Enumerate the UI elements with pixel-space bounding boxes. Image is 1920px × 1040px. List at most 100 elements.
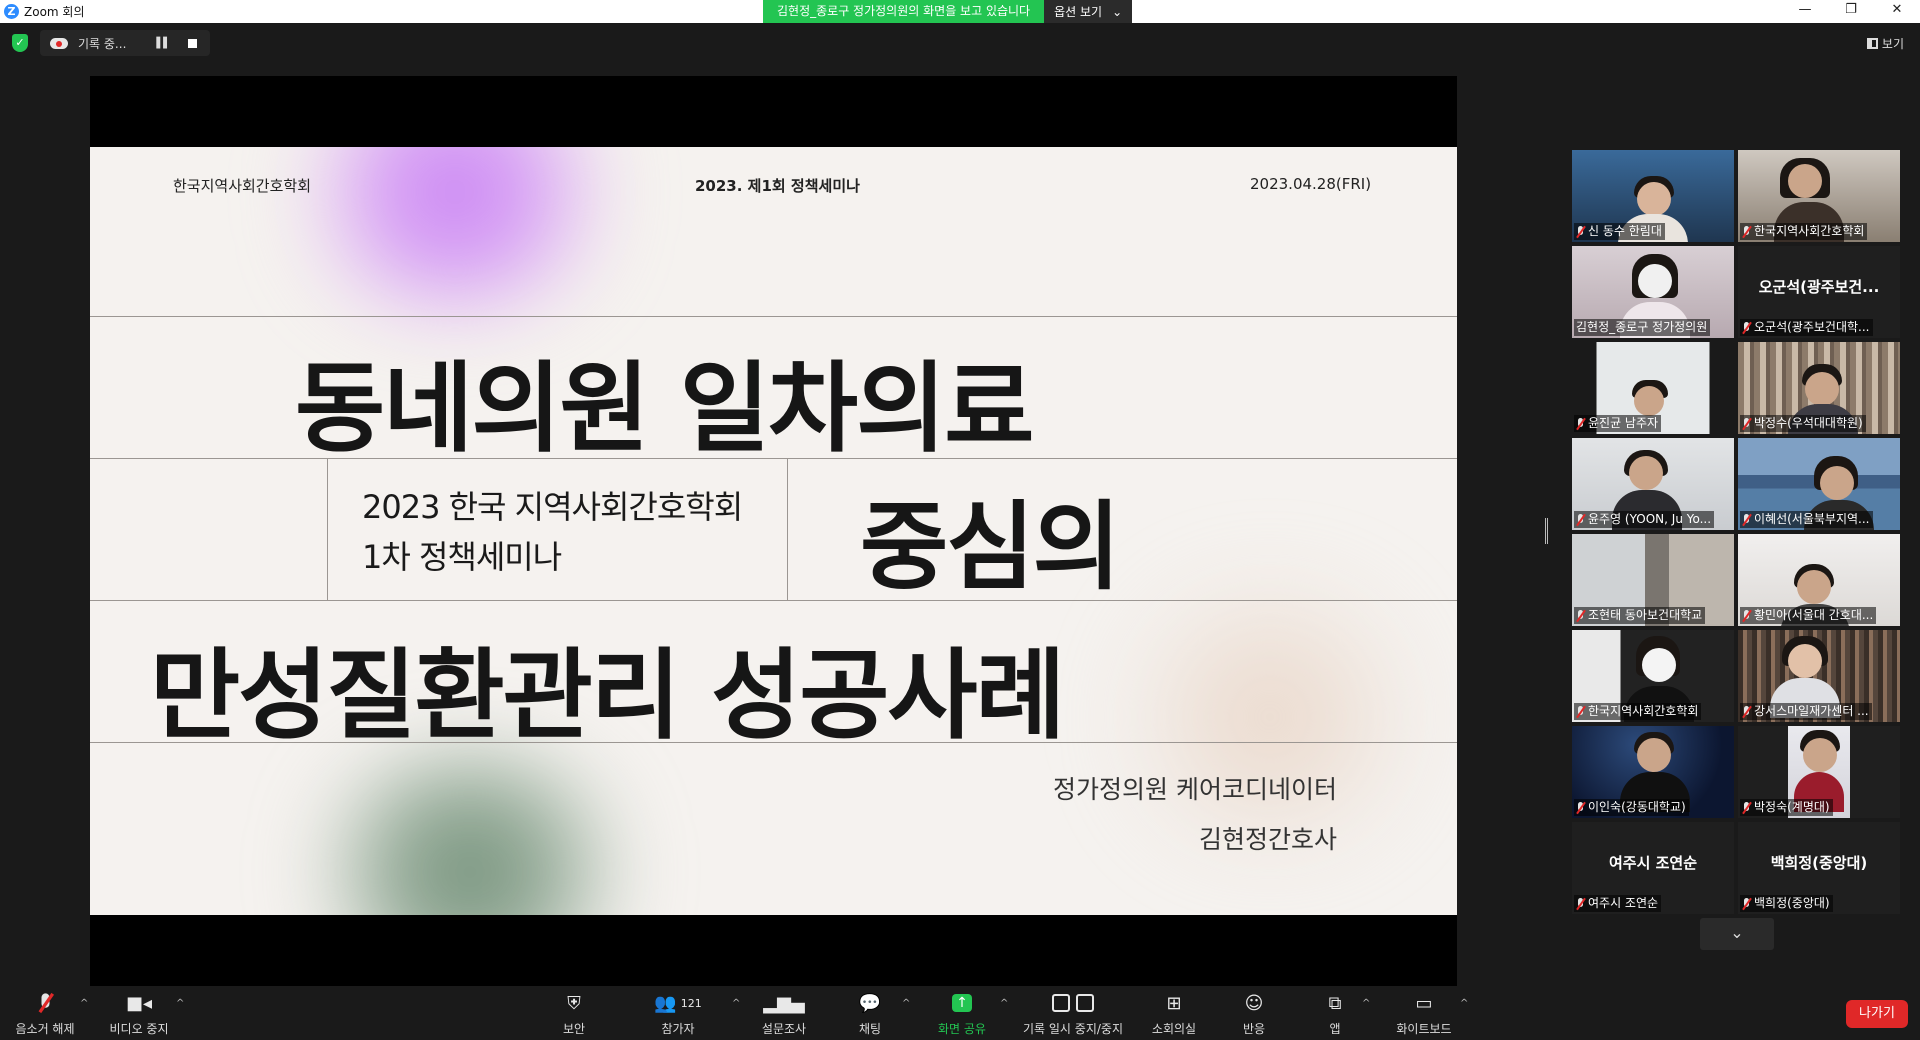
- participant-name: 강서스마일재가센터 ...: [1740, 703, 1872, 720]
- divider: [90, 600, 1457, 601]
- encryption-shield-icon[interactable]: ✓: [12, 34, 28, 52]
- participant-name-text: 오군석(광주보건대학...: [1754, 320, 1870, 334]
- video-shape: [1637, 738, 1671, 772]
- stop-video-label: 비디오 중지: [109, 1022, 169, 1036]
- bar-chart-icon: ▂▆▄: [763, 992, 805, 1014]
- muted-mic-icon: [1742, 801, 1751, 814]
- participant-display-name: 여주시 조연순: [1608, 854, 1698, 872]
- muted-mic-icon: [1742, 513, 1751, 526]
- participant-tile[interactable]: 오군석(광주보건... 오군석(광주보건대학...: [1738, 246, 1900, 338]
- minimize-button[interactable]: —: [1782, 0, 1828, 22]
- participant-name: 한국지역사회간호학회: [1574, 703, 1702, 720]
- participant-tile[interactable]: 조현태 동아보건대학교: [1572, 534, 1734, 626]
- participant-tile[interactable]: 박정수(우석대대학원): [1738, 342, 1900, 434]
- participant-name-text: 조현태 동아보건대학교: [1588, 608, 1703, 622]
- window-controls: — ❐ ✕: [1782, 0, 1920, 22]
- participant-display-name: 백희정(중앙대): [1770, 854, 1868, 872]
- participant-name: 이인숙(강동대학교): [1574, 799, 1689, 816]
- view-options-label: 옵션 보기: [1054, 4, 1103, 19]
- view-options-button[interactable]: 옵션 보기 ⌄: [1044, 0, 1133, 23]
- apps-label: 앱: [1329, 1022, 1341, 1036]
- participant-tile[interactable]: 신 동수 한림대: [1572, 150, 1734, 242]
- whiteboard-icon: ▭: [1415, 992, 1433, 1014]
- share-screen-icon: ↑: [934, 990, 990, 1016]
- participant-tile[interactable]: 한국지역사회간호학회: [1738, 150, 1900, 242]
- video-shape: [1805, 372, 1839, 406]
- meeting-status-bar: ✓ 기록 중... ▌▌ 보기: [0, 23, 1920, 63]
- muted-mic-icon: [1576, 705, 1585, 718]
- meeting-toolbar: 음소거 해제 ^ ■◂ 비디오 중지 ^ ⛨ 보안 👥 121 참가자 ^ ▂▆▄…: [0, 986, 1920, 1040]
- breakout-rooms-button[interactable]: ⊞ 소회의실: [1148, 990, 1200, 1037]
- panel-resize-handle[interactable]: [1545, 518, 1548, 544]
- participant-tile[interactable]: 박정숙(계명대): [1738, 726, 1900, 818]
- caret-up-icon: ^: [1362, 998, 1371, 1009]
- participant-tile[interactable]: 한국지역사회간호학회: [1572, 630, 1734, 722]
- caret-up-icon: ^: [80, 998, 89, 1009]
- muted-mic-icon: [1742, 897, 1751, 910]
- muted-mic-icon: [8, 990, 82, 1016]
- participant-name: 이혜선(서울북부지역...: [1740, 511, 1873, 528]
- unmute-label: 음소거 해제: [15, 1022, 75, 1036]
- slide-date: 2023.04.28(FRI): [1250, 175, 1372, 193]
- decorative-gradient: [300, 757, 640, 915]
- chat-bubble-icon: 💬: [858, 992, 882, 1014]
- pause-recording-icon[interactable]: ▌▌: [156, 38, 170, 49]
- stop-video-button[interactable]: ■◂ 비디오 중지: [104, 990, 174, 1037]
- caret-up-icon: ^: [176, 998, 185, 1009]
- pause-stop-icon: [1018, 990, 1128, 1016]
- reactions-button[interactable]: ☺ 반응: [1236, 990, 1272, 1037]
- participant-name: 조현태 동아보건대학교: [1574, 607, 1706, 624]
- video-shape: [1788, 644, 1822, 678]
- chat-button[interactable]: 💬 채팅: [852, 990, 888, 1037]
- shield-icon: ⛨: [567, 992, 581, 1014]
- video-shape: [1638, 264, 1672, 298]
- restore-button[interactable]: ❐: [1828, 0, 1874, 22]
- chevron-down-icon: ⌄: [1730, 923, 1744, 942]
- stop-recording-icon[interactable]: [187, 38, 197, 48]
- pause-stop-recording-button[interactable]: 기록 일시 중지/중지: [1018, 990, 1128, 1037]
- participants-label: 참가자: [661, 1022, 695, 1036]
- share-banner: 김현정_종로구 정가정의원의 화면을 보고 있습니다 옵션 보기 ⌄: [763, 0, 1133, 23]
- participant-name: 박정수(우석대대학원): [1740, 415, 1866, 432]
- participants-count: 121: [680, 996, 702, 1010]
- video-shape: [1803, 738, 1837, 772]
- muted-mic-icon: [1742, 417, 1751, 430]
- participant-tile[interactable]: 윤주영 (YOON, Ju Yo...: [1572, 438, 1734, 530]
- video-shape: [1820, 466, 1854, 500]
- participant-tile[interactable]: 이혜선(서울북부지역...: [1738, 438, 1900, 530]
- view-layout-icon: [1866, 38, 1878, 49]
- participant-name: 여주시 조연순: [1574, 895, 1662, 912]
- polls-button[interactable]: ▂▆▄ 설문조사: [756, 990, 812, 1037]
- participant-tile[interactable]: 이인숙(강동대학교): [1572, 726, 1734, 818]
- share-screen-button[interactable]: ↑ 화면 공유: [934, 990, 990, 1037]
- participant-name-text: 한국지역사회간호학회: [1588, 704, 1699, 718]
- participant-tile[interactable]: 윤진균 남주자: [1572, 342, 1734, 434]
- close-button[interactable]: ✕: [1874, 0, 1920, 22]
- share-screen-label: 화면 공유: [938, 1022, 986, 1036]
- participant-tile[interactable]: 강서스마일재가센터 ...: [1738, 630, 1900, 722]
- view-button[interactable]: 보기: [1866, 35, 1904, 52]
- slide-subtitle-line1: 2023 한국 지역사회간호학회: [362, 488, 743, 526]
- participant-name: 오군석(광주보건대학...: [1740, 319, 1873, 336]
- participant-tile[interactable]: 황민아(서울대 간호대...: [1738, 534, 1900, 626]
- participants-icon: 👥 121: [654, 992, 702, 1014]
- participant-tile[interactable]: 백희정(중앙대) 백희정(중앙대): [1738, 822, 1900, 914]
- participant-name-text: 황민아(서울대 간호대...: [1754, 608, 1874, 622]
- participant-tile[interactable]: 여주시 조연순 여주시 조연순: [1572, 822, 1734, 914]
- whiteboard-button[interactable]: ▭ 화이트보드: [1392, 990, 1456, 1037]
- gallery-next-page-button[interactable]: ⌄: [1700, 918, 1774, 950]
- participant-display-name: 오군석(광주보건...: [1758, 278, 1880, 296]
- slide-org: 한국지역사회간호학회: [173, 177, 312, 195]
- reactions-label: 반응: [1242, 1022, 1266, 1036]
- participant-name: 윤주영 (YOON, Ju Yo...: [1574, 511, 1715, 528]
- participants-button[interactable]: 👥 121 참가자: [650, 990, 706, 1037]
- leave-button[interactable]: 나가기: [1846, 1000, 1908, 1028]
- participant-name-text: 윤주영 (YOON, Ju Yo...: [1588, 512, 1712, 526]
- security-button[interactable]: ⛨ 보안: [554, 990, 594, 1037]
- grid-icon: ⊞: [1166, 992, 1182, 1014]
- divider: [90, 316, 1457, 317]
- apps-button[interactable]: ⧉ 앱: [1320, 990, 1350, 1037]
- slide-event: 2023. 제1회 정책세미나: [695, 177, 860, 195]
- participant-tile-active-speaker[interactable]: 김현정_종로구 정가정의원: [1572, 246, 1734, 338]
- unmute-button[interactable]: 음소거 해제: [8, 990, 82, 1037]
